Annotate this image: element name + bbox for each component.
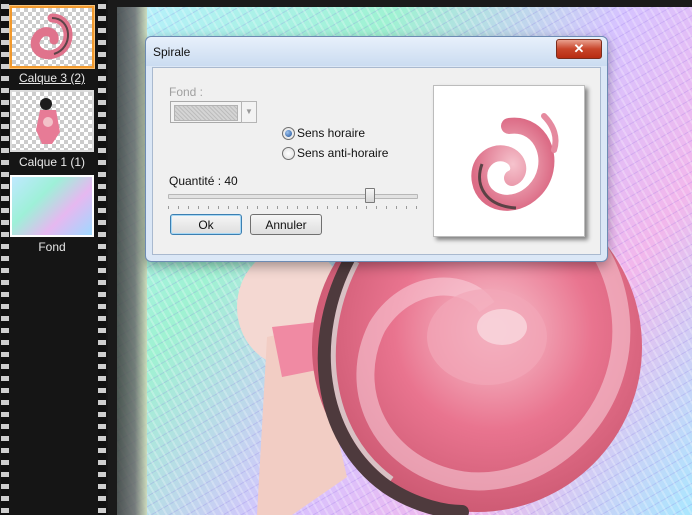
fond-color-swatch[interactable] [170, 101, 242, 123]
chevron-down-icon: ▼ [245, 107, 253, 116]
quantity-slider-track[interactable] [168, 194, 418, 199]
film-perforation-right [98, 0, 106, 515]
slider-tick [257, 206, 259, 209]
slider-tick [177, 206, 179, 209]
annuler-button[interactable]: Annuler [250, 214, 322, 235]
slider-tick [197, 206, 199, 209]
spiral-preview-image [471, 113, 559, 211]
fond-label: Fond : [169, 85, 204, 99]
close-button[interactable]: ✕ [556, 39, 602, 59]
quantity-label: Quantité : 40 [169, 174, 238, 188]
slider-tick [326, 206, 328, 209]
spirale-dialog: Spirale ✕ Fond : ▼ Sens horaire Sens ant… [145, 36, 608, 262]
layer-calque-3[interactable]: Calque 3 (2) [10, 6, 94, 85]
slider-tick [366, 206, 368, 209]
radio-sens-anti-horaire-label[interactable]: Sens anti-horaire [297, 146, 388, 160]
dialog-body: Fond : ▼ Sens horaire Sens anti-horaire … [152, 67, 601, 255]
slider-tick [187, 206, 189, 209]
film-perforation-left [1, 0, 9, 515]
layer-fond[interactable]: Fond [10, 175, 94, 254]
quantity-slider-thumb[interactable] [365, 188, 375, 203]
slider-tick [416, 206, 417, 209]
slider-tick [267, 206, 269, 209]
slider-tick [296, 206, 298, 209]
layer-thumbnail-calque-3 [10, 6, 94, 68]
ok-button[interactable]: Ok [170, 214, 242, 235]
slider-tick [316, 206, 318, 209]
layer-label: Fond [38, 240, 66, 254]
slider-tick [217, 206, 219, 209]
slider-tick [227, 206, 229, 209]
slider-tick [207, 206, 209, 209]
slider-tick [237, 206, 239, 209]
dialog-titlebar[interactable]: Spirale ✕ [146, 37, 607, 66]
layer-label: Calque 3 (2) [18, 71, 86, 85]
quantity-slider-ticks [168, 206, 417, 210]
slider-tick [356, 206, 358, 209]
slider-tick [376, 206, 378, 209]
slider-tick [306, 206, 308, 209]
slider-tick [247, 206, 249, 209]
slider-tick [406, 206, 408, 209]
fond-color-pattern [174, 105, 238, 121]
slider-tick [287, 206, 289, 209]
slider-tick [396, 206, 398, 209]
layers-panel: Calque 3 (2) Calque 1 (1) Fond [0, 0, 108, 515]
layer-thumbnail-fond [10, 175, 94, 237]
fond-dropdown-button[interactable]: ▼ [241, 101, 257, 123]
layer-calque-1[interactable]: Calque 1 (1) [10, 90, 94, 169]
slider-tick [346, 206, 348, 209]
slider-tick [168, 206, 169, 209]
slider-tick [386, 206, 388, 209]
layer-label: Calque 1 (1) [18, 155, 86, 169]
slider-tick [336, 206, 338, 209]
close-icon: ✕ [573, 41, 585, 56]
spiral-preview [433, 85, 585, 237]
radio-sens-horaire-label[interactable]: Sens horaire [297, 126, 365, 140]
layer-thumbnail-calque-1 [10, 90, 94, 152]
slider-tick [277, 206, 279, 209]
radio-sens-horaire[interactable] [282, 127, 295, 140]
dialog-title: Spirale [153, 45, 191, 59]
radio-sens-anti-horaire[interactable] [282, 147, 295, 160]
